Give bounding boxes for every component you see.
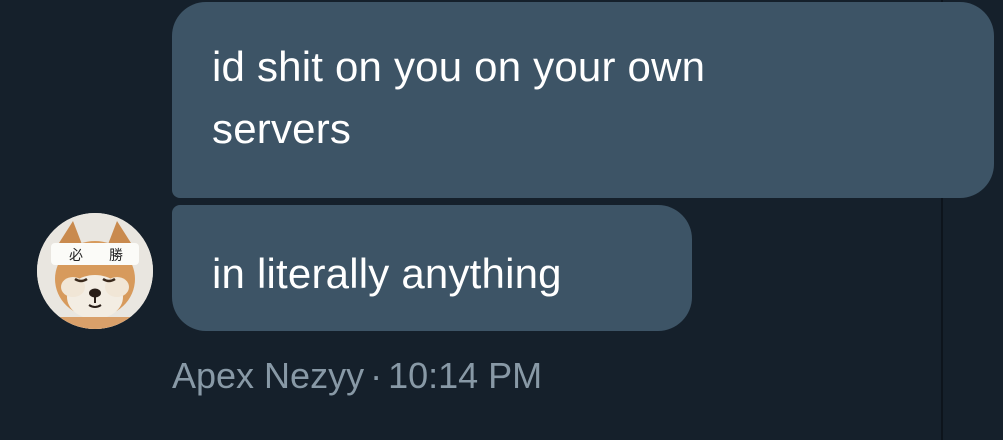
dm-conversation: id shit on you on your own servers in li… [0,0,1003,440]
message-meta: Apex Nezyy · 10:14 PM [172,352,542,400]
message-bubble[interactable]: id shit on you on your own servers [172,2,994,198]
message-text: in literally anything [212,250,562,297]
message-bubble[interactable]: in literally anything [172,205,692,331]
meta-separator: · [370,355,383,396]
avatar[interactable]: 必 勝 [37,213,153,329]
svg-text:勝: 勝 [109,248,123,264]
message-text: id shit on you on your own servers [212,43,706,152]
message-timestamp: 10:14 PM [388,355,543,396]
svg-text:必: 必 [69,248,83,264]
sender-name: Apex Nezyy [172,355,365,396]
shiba-dog-headband-avatar-icon: 必 勝 [37,213,153,329]
